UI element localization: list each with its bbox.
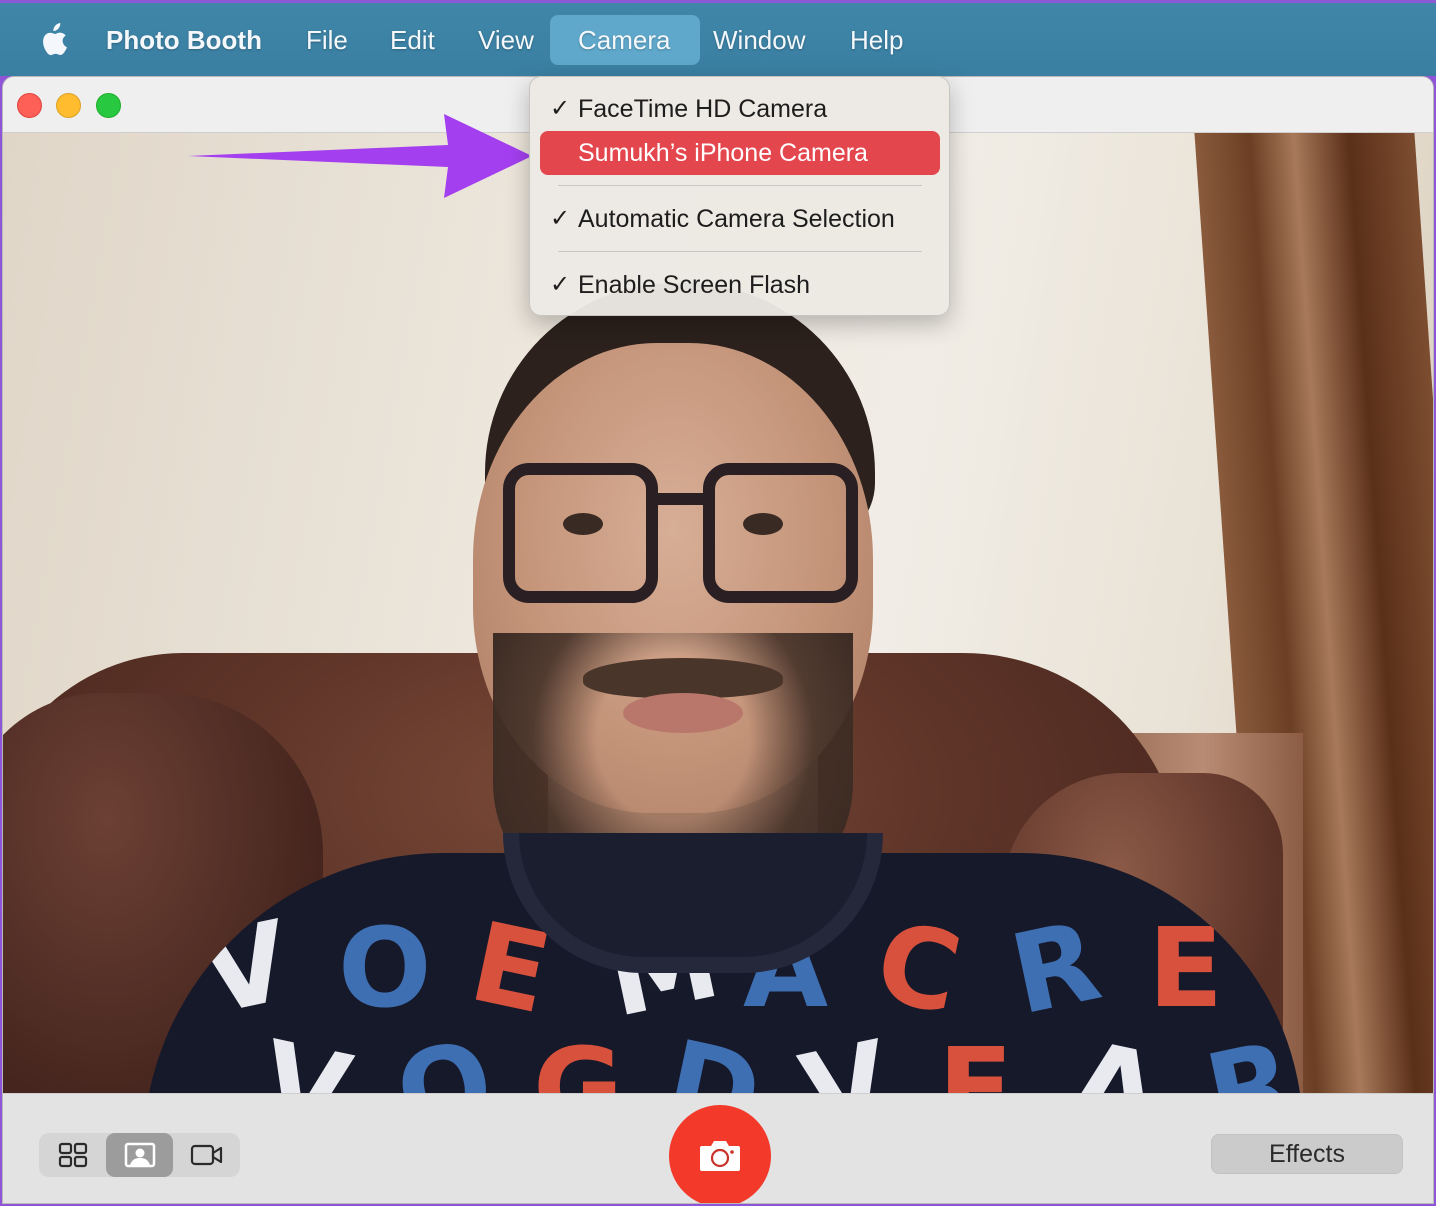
close-window-button[interactable] — [17, 93, 42, 118]
menu-window[interactable]: Window — [699, 15, 819, 65]
apple-logo-icon[interactable] — [38, 23, 68, 57]
menu-separator — [558, 251, 922, 252]
sweater-letter: A — [1060, 1016, 1171, 1093]
menu-item-facetime-hd-camera[interactable]: ✓ FaceTime HD Camera — [540, 87, 940, 131]
video-mode-button[interactable] — [173, 1133, 240, 1177]
menu-bar: Photo Booth File Edit View Camera Window… — [0, 0, 1436, 76]
sweater-letter: V — [790, 1016, 901, 1093]
camera-menu-dropdown: ✓ FaceTime HD Camera Sumukh’s iPhone Cam… — [529, 76, 950, 316]
view-mode-segmented-control — [39, 1133, 240, 1177]
menu-file[interactable]: File — [292, 15, 362, 65]
sweater-letter: C — [865, 897, 972, 1039]
menu-item-enable-screen-flash[interactable]: ✓ Enable Screen Flash — [540, 263, 940, 307]
sweater-letter: R — [1000, 896, 1111, 1040]
checkmark-icon: ✓ — [549, 95, 571, 122]
grid-icon — [58, 1142, 87, 1168]
menu-camera[interactable]: Camera — [550, 15, 700, 65]
sweater-letter: V — [250, 1016, 361, 1093]
glasses-right-lens — [703, 463, 858, 603]
person-mustache — [583, 658, 783, 698]
portrait-icon — [124, 1142, 155, 1168]
take-photo-button[interactable] — [669, 1105, 771, 1203]
menu-item-label: Enable Screen Flash — [578, 271, 811, 299]
glasses-bridge — [653, 493, 708, 505]
camera-icon — [700, 1141, 740, 1171]
menu-item-automatic-camera-selection[interactable]: ✓ Automatic Camera Selection — [540, 197, 940, 241]
zoom-window-button[interactable] — [96, 93, 121, 118]
menu-app-photo-booth[interactable]: Photo Booth — [92, 15, 276, 65]
effects-button[interactable]: Effects — [1211, 1134, 1403, 1174]
menu-edit[interactable]: Edit — [376, 15, 449, 65]
person-mouth — [623, 693, 743, 733]
grid-view-button[interactable] — [39, 1133, 106, 1177]
minimize-window-button[interactable] — [56, 93, 81, 118]
menu-view[interactable]: View — [464, 15, 548, 65]
checkmark-icon: ✓ — [549, 205, 571, 232]
sweater-letter: V — [190, 896, 301, 1040]
sweater-letter: D — [655, 1015, 772, 1093]
sweater-letter: G — [533, 1024, 624, 1093]
bottom-toolbar: Effects — [3, 1093, 1433, 1203]
video-camera-icon — [190, 1144, 222, 1166]
sweater-letter: O — [338, 904, 432, 1032]
sweater-letter: O — [385, 1015, 504, 1093]
menu-help[interactable]: Help — [836, 15, 917, 65]
menu-item-label: Sumukh’s iPhone Camera — [578, 139, 868, 167]
menu-separator — [558, 185, 922, 186]
checkmark-icon: ✓ — [549, 271, 571, 298]
annotation-arrow-icon — [188, 114, 532, 198]
glasses-left-lens — [503, 463, 658, 603]
menu-item-label: Automatic Camera Selection — [578, 205, 895, 233]
sweater-letter: E — [1148, 904, 1224, 1032]
sweater-letter: E — [938, 1024, 1014, 1093]
menu-item-iphone-camera[interactable]: Sumukh’s iPhone Camera — [540, 131, 940, 175]
single-photo-button[interactable] — [106, 1133, 173, 1177]
menu-item-label: FaceTime HD Camera — [578, 95, 828, 123]
